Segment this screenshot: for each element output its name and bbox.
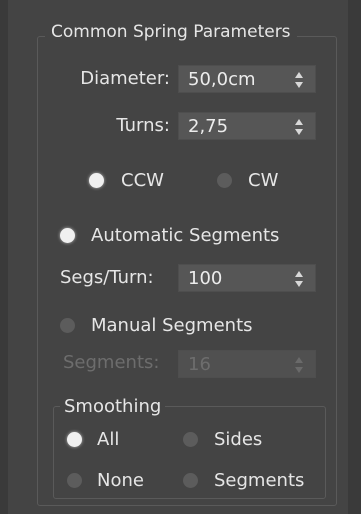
smoothing-sides-radio[interactable]: [183, 432, 198, 447]
cw-label[interactable]: CW: [248, 169, 278, 193]
diameter-spinner[interactable]: 50,0cm: [178, 65, 316, 93]
cw-radio[interactable]: [217, 173, 232, 188]
turns-value[interactable]: 2,75: [188, 115, 228, 139]
automatic-segments-label[interactable]: Automatic Segments: [91, 224, 279, 248]
spinner-arrows-icon[interactable]: [295, 119, 303, 135]
automatic-segments-radio[interactable]: [60, 228, 75, 243]
smoothing-sides-label[interactable]: Sides: [214, 428, 262, 452]
turns-label: Turns:: [116, 115, 170, 136]
segs-per-turn-value[interactable]: 100: [188, 267, 222, 291]
group-title: Common Spring Parameters: [45, 21, 297, 43]
segments-value[interactable]: 16: [188, 353, 211, 377]
smoothing-none-radio[interactable]: [67, 473, 82, 488]
left-edge: [0, 0, 8, 514]
smoothing-title: Smoothing: [60, 396, 166, 418]
manual-segments-radio[interactable]: [60, 318, 75, 333]
smoothing-all-radio[interactable]: [67, 432, 82, 447]
manual-segments-label[interactable]: Manual Segments: [91, 314, 253, 338]
smoothing-all-label[interactable]: All: [97, 428, 119, 452]
ccw-radio[interactable]: [89, 173, 104, 188]
smoothing-segments-radio[interactable]: [183, 473, 198, 488]
diameter-label: Diameter:: [80, 68, 170, 89]
turns-spinner[interactable]: 2,75: [178, 112, 316, 140]
right-edge: [348, 0, 361, 514]
segments-label: Segments:: [63, 352, 160, 373]
smoothing-none-label[interactable]: None: [97, 469, 144, 493]
segs-per-turn-spinner[interactable]: 100: [178, 264, 316, 292]
spinner-arrows-icon[interactable]: [295, 271, 303, 287]
diameter-value[interactable]: 50,0cm: [188, 68, 256, 92]
segs-per-turn-label: Segs/Turn:: [60, 267, 154, 288]
spinner-arrows-icon[interactable]: [295, 72, 303, 88]
spinner-arrows-icon: [295, 357, 303, 373]
smoothing-segments-label[interactable]: Segments: [214, 469, 304, 493]
ccw-label[interactable]: CCW: [121, 169, 164, 193]
segments-spinner[interactable]: 16: [178, 350, 316, 378]
